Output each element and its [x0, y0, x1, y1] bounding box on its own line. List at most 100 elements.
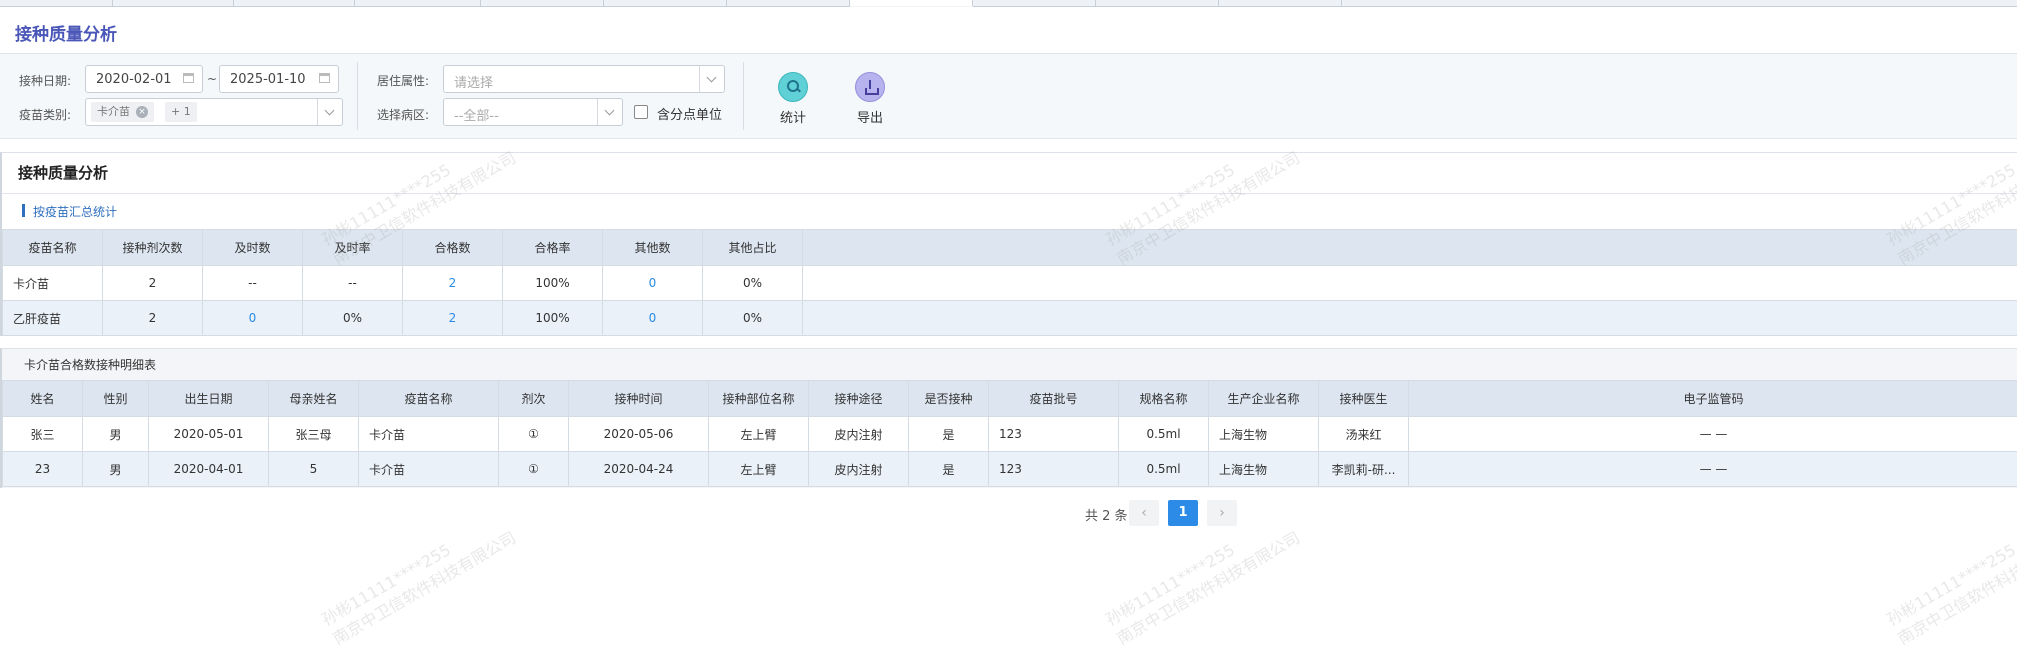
ward-select[interactable]: --全部--	[443, 98, 623, 126]
cell: 23	[3, 452, 83, 487]
residence-label: 居住属性:	[377, 72, 429, 89]
column-header: 及时率	[303, 230, 403, 266]
cell: 男	[83, 417, 149, 452]
cell: 100%	[503, 266, 603, 301]
cell-link[interactable]: 0	[603, 266, 703, 301]
date-from-input[interactable]: 2020-02-01	[85, 65, 203, 93]
cell: 0%	[303, 301, 403, 336]
column-header: 规格名称	[1119, 381, 1209, 417]
cell: 123	[989, 452, 1119, 487]
table-row[interactable]: 卡介苗 2 -- -- 2 100% 0 0%	[3, 266, 2017, 301]
cell: 2020-05-01	[149, 417, 269, 452]
residence-select[interactable]: 请选择	[443, 65, 725, 93]
cell: 2	[103, 301, 203, 336]
detail-table: 姓名 性别 出生日期 母亲姓名 疫苗名称 剂次 接种时间 接种部位名称 接种途径…	[2, 380, 2017, 487]
table-header-row: 疫苗名称 接种剂次数 及时数 及时率 合格数 合格率 其他数 其他占比	[3, 230, 2017, 266]
cell-link[interactable]: 0	[603, 301, 703, 336]
cell: 0%	[703, 266, 803, 301]
column-header: 姓名	[3, 381, 83, 417]
next-page-button[interactable]: ›	[1207, 500, 1237, 526]
divider	[357, 62, 358, 130]
pagination-total: 共 2 条	[1085, 505, 1128, 524]
chip-remove-icon[interactable]: ×	[136, 106, 148, 118]
cell: 0%	[703, 301, 803, 336]
table-header-row: 姓名 性别 出生日期 母亲姓名 疫苗名称 剂次 接种时间 接种部位名称 接种途径…	[3, 381, 2017, 417]
cell: 是	[909, 417, 989, 452]
column-header: 接种剂次数	[103, 230, 203, 266]
tab-strip-rest	[1342, 0, 2017, 7]
page-number-current[interactable]: 1	[1168, 500, 1198, 526]
column-header: 疫苗批号	[989, 381, 1119, 417]
cell: ①	[499, 452, 569, 487]
search-icon	[778, 72, 808, 102]
cell: 皮内注射	[809, 452, 909, 487]
column-header: 剂次	[499, 381, 569, 417]
stats-button[interactable]: 统计	[768, 72, 818, 126]
summary-panel: 接种质量分析 按疫苗汇总统计 疫苗名称 接种剂次数 及时数 及时率 合格数 合格…	[0, 152, 2017, 336]
cell: 卡介苗	[3, 266, 103, 301]
cell-link[interactable]: 2	[403, 301, 503, 336]
tab[interactable]	[1096, 0, 1219, 7]
upload-icon	[855, 72, 885, 102]
date-to-input[interactable]: 2025-01-10	[219, 65, 339, 93]
cell: — —	[1409, 417, 2017, 452]
tab[interactable]	[727, 0, 850, 7]
cell: 张三	[3, 417, 83, 452]
tab[interactable]	[1219, 0, 1342, 7]
cell: 0.5ml	[1119, 417, 1209, 452]
tab-active[interactable]	[850, 0, 973, 6]
column-header: 生产企业名称	[1209, 381, 1319, 417]
divider	[743, 62, 744, 130]
vaccine-more-chip: + 1	[165, 102, 197, 122]
column-header: 出生日期	[149, 381, 269, 417]
include-sub-checkbox[interactable]	[634, 105, 648, 119]
export-label: 导出	[845, 107, 895, 126]
residence-placeholder: 请选择	[454, 72, 493, 91]
cell-filler	[803, 301, 2017, 336]
cell: 李凯莉-研...	[1319, 452, 1409, 487]
tab[interactable]	[234, 0, 355, 7]
watermark: 孙彬11111****255南京中卫信软件科技有限公司	[1883, 508, 2017, 650]
column-header: 合格数	[403, 230, 503, 266]
column-header: 接种医生	[1319, 381, 1409, 417]
cell-link[interactable]: 0	[203, 301, 303, 336]
table-row[interactable]: 张三 男 2020-05-01 张三母 卡介苗 ① 2020-05-06 左上臂…	[3, 417, 2017, 452]
table-row[interactable]: 23 男 2020-04-01 5 卡介苗 ① 2020-04-24 左上臂 皮…	[3, 452, 2017, 487]
cell: 123	[989, 417, 1119, 452]
vaccine-chip-label: 卡介苗	[97, 105, 130, 118]
chevron-down-icon[interactable]	[699, 66, 724, 92]
tab[interactable]	[481, 0, 604, 7]
include-sub-label[interactable]: 含分点单位	[657, 104, 722, 123]
title-bar: 接种质量分析	[0, 7, 2017, 54]
chevron-down-icon[interactable]	[597, 99, 622, 125]
column-header: 疫苗名称	[3, 230, 103, 266]
column-header: 接种时间	[569, 381, 709, 417]
cell: 是	[909, 452, 989, 487]
vaccine-chip: 卡介苗 ×	[91, 102, 154, 122]
cell: 5	[269, 452, 359, 487]
tab[interactable]	[604, 0, 727, 7]
tab[interactable]	[355, 0, 481, 7]
detail-panel: 卡介苗合格数接种明细表 姓名 性别 出生日期 母亲姓名 疫苗名称 剂次 接种时间…	[0, 348, 2017, 488]
export-button[interactable]: 导出	[845, 72, 895, 126]
chevron-down-icon[interactable]	[317, 99, 342, 125]
cell: --	[203, 266, 303, 301]
detail-title: 卡介苗合格数接种明细表	[24, 356, 156, 373]
tab[interactable]	[973, 0, 1096, 7]
table-row[interactable]: 乙肝疫苗 2 0 0% 2 100% 0 0%	[3, 301, 2017, 336]
cell: 男	[83, 452, 149, 487]
cell-link[interactable]: 2	[403, 266, 503, 301]
cell: ①	[499, 417, 569, 452]
filter-bar: 接种日期: 2020-02-01 ~ 2025-01-10 疫苗类别: 卡介苗×…	[0, 54, 2017, 139]
watermark: 孙彬11111****255南京中卫信软件科技有限公司	[318, 508, 520, 650]
cell: — —	[1409, 452, 2017, 487]
date-separator: ~	[207, 72, 217, 86]
prev-page-button[interactable]: ‹	[1129, 500, 1159, 526]
column-header: 合格率	[503, 230, 603, 266]
vaccine-multiselect[interactable]: 卡介苗 × + 1	[85, 98, 343, 126]
page-title: 接种质量分析	[15, 20, 117, 45]
summary-table: 疫苗名称 接种剂次数 及时数 及时率 合格数 合格率 其他数 其他占比 卡介苗 …	[2, 229, 2017, 336]
tab[interactable]	[113, 0, 234, 7]
cell: 上海生物	[1209, 417, 1319, 452]
tab[interactable]	[0, 0, 113, 7]
